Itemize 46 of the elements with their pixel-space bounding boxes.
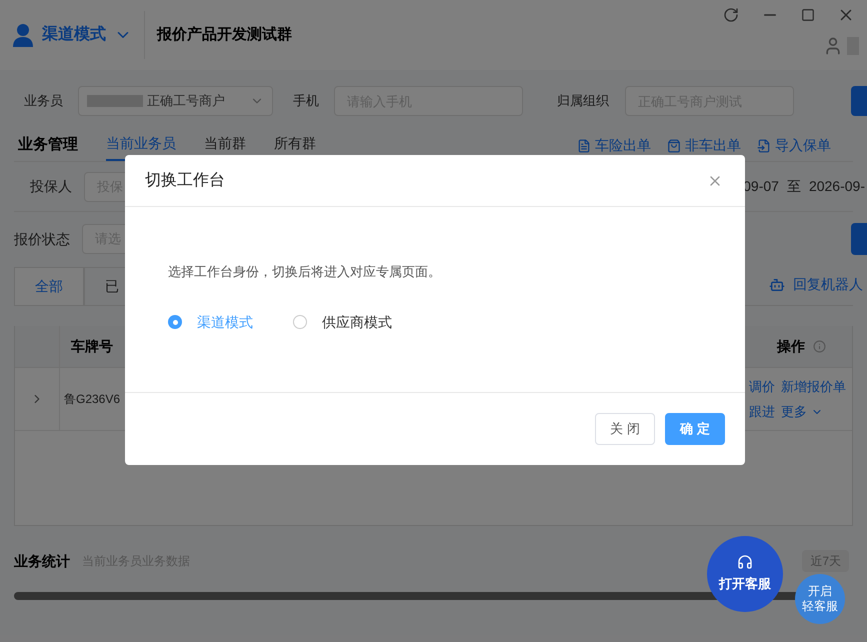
insured-label: 投保人 — [30, 177, 73, 196]
stats-title: 业务统计 — [14, 552, 70, 570]
section-title: 业务管理 — [18, 134, 78, 154]
date-separator: 至 — [786, 177, 801, 196]
dialog-button[interactable]: 关 闭 — [595, 413, 655, 445]
refresh-icon[interactable] — [723, 7, 739, 23]
file-import-icon — [757, 138, 771, 152]
radio-icon[interactable] — [293, 315, 307, 329]
customer-service-button[interactable]: 打开客服 — [707, 536, 783, 612]
blurred-name — [87, 95, 143, 107]
radio-icon[interactable] — [168, 315, 182, 329]
bag-icon — [667, 138, 681, 152]
dialog-message: 选择工作台身份，切换后将进入对应专属页面。 — [168, 263, 442, 281]
robot-icon — [769, 276, 785, 292]
info-icon[interactable] — [813, 340, 826, 353]
action-link[interactable]: 导入保单 — [757, 135, 831, 156]
phone-label: 手机 — [293, 92, 320, 110]
group-title: 报价产品开发测试群 — [157, 24, 292, 45]
mode-radio[interactable]: 渠道模式 — [168, 312, 253, 332]
scope-tab[interactable]: 当前群 — [204, 133, 246, 161]
dialog-title: 切换工作台 — [145, 170, 225, 190]
mode-label[interactable]: 渠道模式 — [42, 23, 106, 47]
row-action-link[interactable]: 调价 — [749, 376, 775, 396]
scope-tab[interactable]: 所有群 — [274, 133, 316, 161]
status-label: 报价状态 — [14, 230, 71, 248]
maximize-icon[interactable] — [801, 8, 815, 22]
row-action-link[interactable]: 新增报价单 — [781, 376, 846, 396]
mode-radio[interactable]: 供应商模式 — [293, 312, 392, 332]
row-action-link[interactable]: 跟进 — [749, 402, 775, 422]
dialog-button[interactable]: 确 定 — [665, 413, 725, 445]
salesman-label: 业务员 — [24, 92, 64, 110]
user-icon — [12, 23, 34, 47]
action-link[interactable]: 非车出单 — [667, 135, 741, 156]
headset-icon — [737, 554, 753, 570]
status-tab[interactable]: 全部 — [14, 267, 84, 305]
document-icon — [577, 138, 591, 152]
row-action-link[interactable]: 更多 — [781, 402, 846, 422]
action-link[interactable]: 车险出单 — [577, 135, 651, 156]
table-cell-text: 鲁G236V6 — [64, 391, 120, 408]
column-header: 车牌号 — [71, 337, 113, 356]
column-header: 操作 — [777, 337, 805, 356]
end-date[interactable]: 2026-09- — [808, 176, 865, 197]
robot-reply-link[interactable]: 回复机器人 — [769, 274, 867, 295]
salesman-select[interactable]: 正确工号商户 — [78, 86, 273, 116]
light-service-button[interactable]: 开启 轻客服 — [795, 574, 845, 624]
org-label: 归属组织 — [557, 92, 610, 110]
